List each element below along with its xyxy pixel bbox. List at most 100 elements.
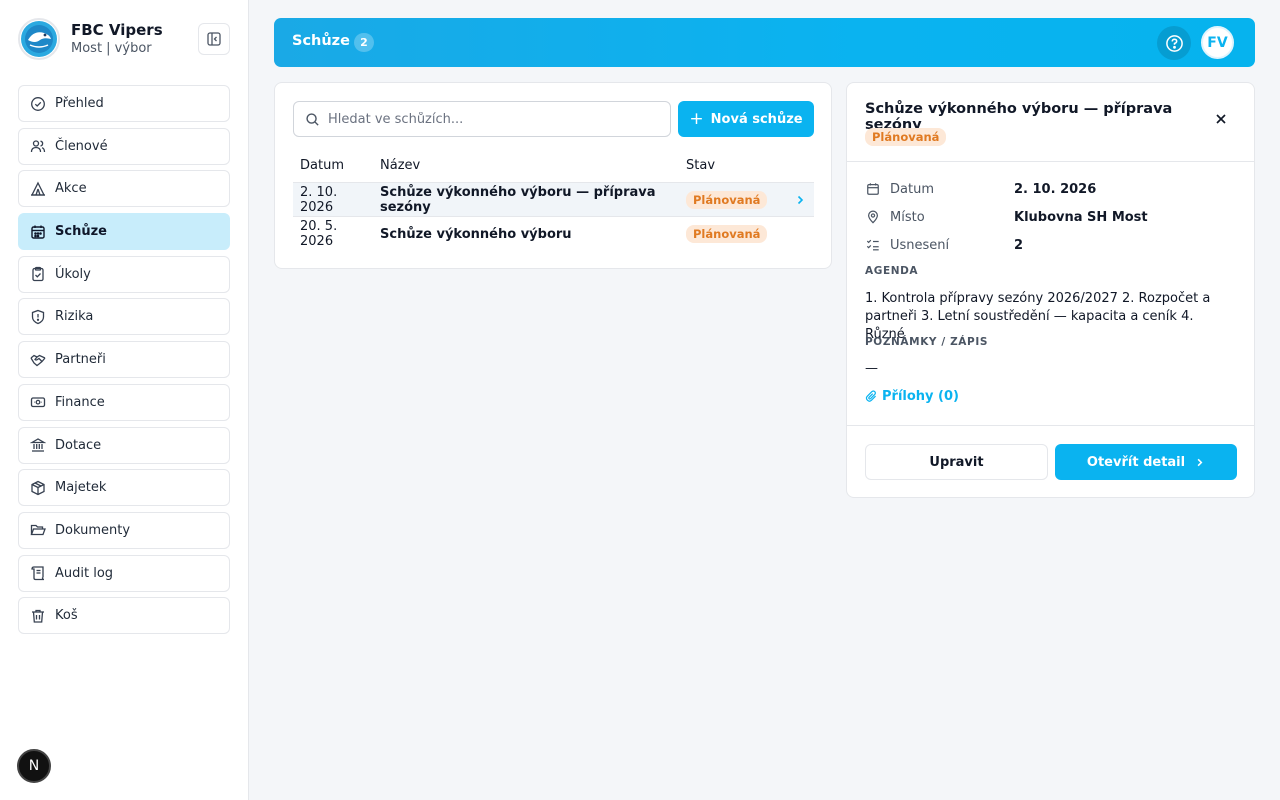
calendar-icon [865,182,880,197]
sidebar-item-label: Majetek [55,480,107,496]
clipboard-check-icon [30,266,46,282]
meeting-count-badge: 2 [354,33,374,52]
collapse-sidebar-button[interactable] [198,23,230,55]
help-button[interactable] [1157,26,1191,60]
row-name: Schůze výkonného výboru — příprava sezón… [380,184,656,215]
paperclip-icon [865,390,878,403]
divider [847,161,1254,162]
page-title: Schůze [292,33,350,49]
next-dev-indicator[interactable]: N [17,749,51,783]
status-badge: Plánovaná [686,225,768,243]
notes-label: POZNÁMKY / ZÁPIS [865,336,988,348]
meta-place: Místo Klubovna SH Most [865,207,1148,227]
help-circle-icon [1165,34,1183,52]
meta-resolutions-value: 2 [1014,237,1024,253]
meta-date-value: 2. 10. 2026 [1014,181,1097,197]
sidebar-item-kos[interactable]: Koš [18,597,230,635]
sidebar-item-label: Akce [55,181,87,197]
edit-button[interactable]: Upravit [865,444,1048,480]
list-checks-icon [865,238,880,253]
banknote-icon [30,394,46,410]
sidebar-item-label: Úkoly [55,266,91,282]
tent-icon [30,181,46,197]
search-box[interactable] [293,101,671,137]
brand-subtitle: Most | výbor [71,41,152,56]
sidebar-item-label: Schůze [55,224,107,240]
new-meeting-label: Nová schůze [710,111,803,127]
sidebar-item-prehled[interactable]: Přehled [18,85,230,122]
open-detail-label: Otevřít detail [1086,454,1186,470]
attachments-link[interactable]: Přílohy (0) [865,389,959,404]
sidebar-item-label: Partneři [55,352,106,368]
landmark-icon [30,437,46,453]
meta-place-value: Klubovna SH Most [1014,209,1148,225]
detail-status-badge: Plánovaná [865,128,947,146]
trash-icon [30,608,46,624]
club-logo [18,18,60,60]
close-button[interactable] [1211,109,1231,129]
check-circle-icon [30,96,46,112]
brand: FBC Vipers Most | výbor [18,18,163,60]
plus-icon: + [689,108,704,129]
brand-name: FBC Vipers [71,21,163,39]
column-status[interactable]: Stav [686,158,786,173]
sidebar-item-ukoly[interactable]: Úkoly [18,255,230,293]
sidebar-item-rizika[interactable]: Rizika [18,298,230,336]
sidebar-item-label: Audit log [55,565,114,581]
sidebar-item-audit-log[interactable]: Audit log [18,554,230,592]
map-pin-icon [865,210,880,225]
sidebar-item-label: Finance [55,394,105,410]
meta-resolutions-label: Usnesení [890,237,950,253]
sidebar-item-schuze[interactable]: Schůze [18,213,230,251]
sidebar-item-label: Přehled [55,96,104,111]
sidebar-nav: Přehled Členové Akce Schůze Úkoly Rizika… [18,85,230,640]
sidebar-item-clenove[interactable]: Členové [18,127,230,165]
table-header: Datum Název Stav [293,149,814,183]
meeting-detail-panel: Schůze výkonného výboru — příprava sezón… [846,82,1255,498]
divider [847,425,1254,426]
users-icon [30,138,46,154]
handshake-icon [30,352,46,368]
search-icon [306,112,319,126]
meta-resolutions: Usnesení 2 [865,235,1023,255]
agenda-label: AGENDA [865,265,919,277]
sidebar-item-finance[interactable]: Finance [18,383,230,421]
meta-date-label: Datum [890,181,934,197]
sidebar-item-label: Členové [55,138,108,154]
chevron-right-icon [786,194,814,206]
sidebar-item-majetek[interactable]: Majetek [18,469,230,507]
sidebar: FBC Vipers Most | výbor Přehled Členové … [0,0,249,800]
sidebar-item-label: Koš [55,608,78,624]
new-meeting-button[interactable]: + Nová schůze [678,101,814,137]
sidebar-item-dotace[interactable]: Dotace [18,426,230,464]
attachments-label: Přílohy (0) [882,389,959,404]
meetings-table: Datum Název Stav 2. 10. 2026 Schůze výko… [293,149,814,251]
row-date: 20. 5. 2026 [300,219,338,249]
status-badge: Plánovaná [686,190,768,209]
table-row[interactable]: 20. 5. 2026 Schůze výkonného výboru Plán… [293,217,814,251]
column-name[interactable]: Název [373,158,686,173]
folder-open-icon [30,522,46,538]
sidebar-item-label: Rizika [55,309,94,325]
scroll-icon [30,565,46,581]
search-input[interactable] [328,111,658,127]
sidebar-item-partneri[interactable]: Partneři [18,341,230,379]
sidebar-item-dokumenty[interactable]: Dokumenty [18,511,230,549]
sidebar-item-label: Dokumenty [55,522,131,538]
sidebar-item-label: Dotace [55,437,102,453]
meetings-list-card: + Nová schůze Datum Název Stav 2. 10. 20… [274,82,832,269]
shield-icon [30,309,46,325]
panel-left-icon [207,32,221,46]
chevron-right-icon [1194,457,1205,468]
user-avatar[interactable]: FV [1201,26,1234,59]
page-header: Schůze 2 FV [274,18,1255,67]
table-row[interactable]: 2. 10. 2026 Schůze výkonného výboru — př… [293,183,814,217]
notes-text: — [865,361,878,376]
row-name: Schůze výkonného výboru [380,226,572,242]
sidebar-item-akce[interactable]: Akce [18,170,230,208]
meta-place-label: Místo [890,209,925,225]
column-date[interactable]: Datum [293,158,373,173]
calendar-icon [30,224,46,240]
open-detail-button[interactable]: Otevřít detail [1055,444,1237,480]
package-icon [30,480,46,496]
